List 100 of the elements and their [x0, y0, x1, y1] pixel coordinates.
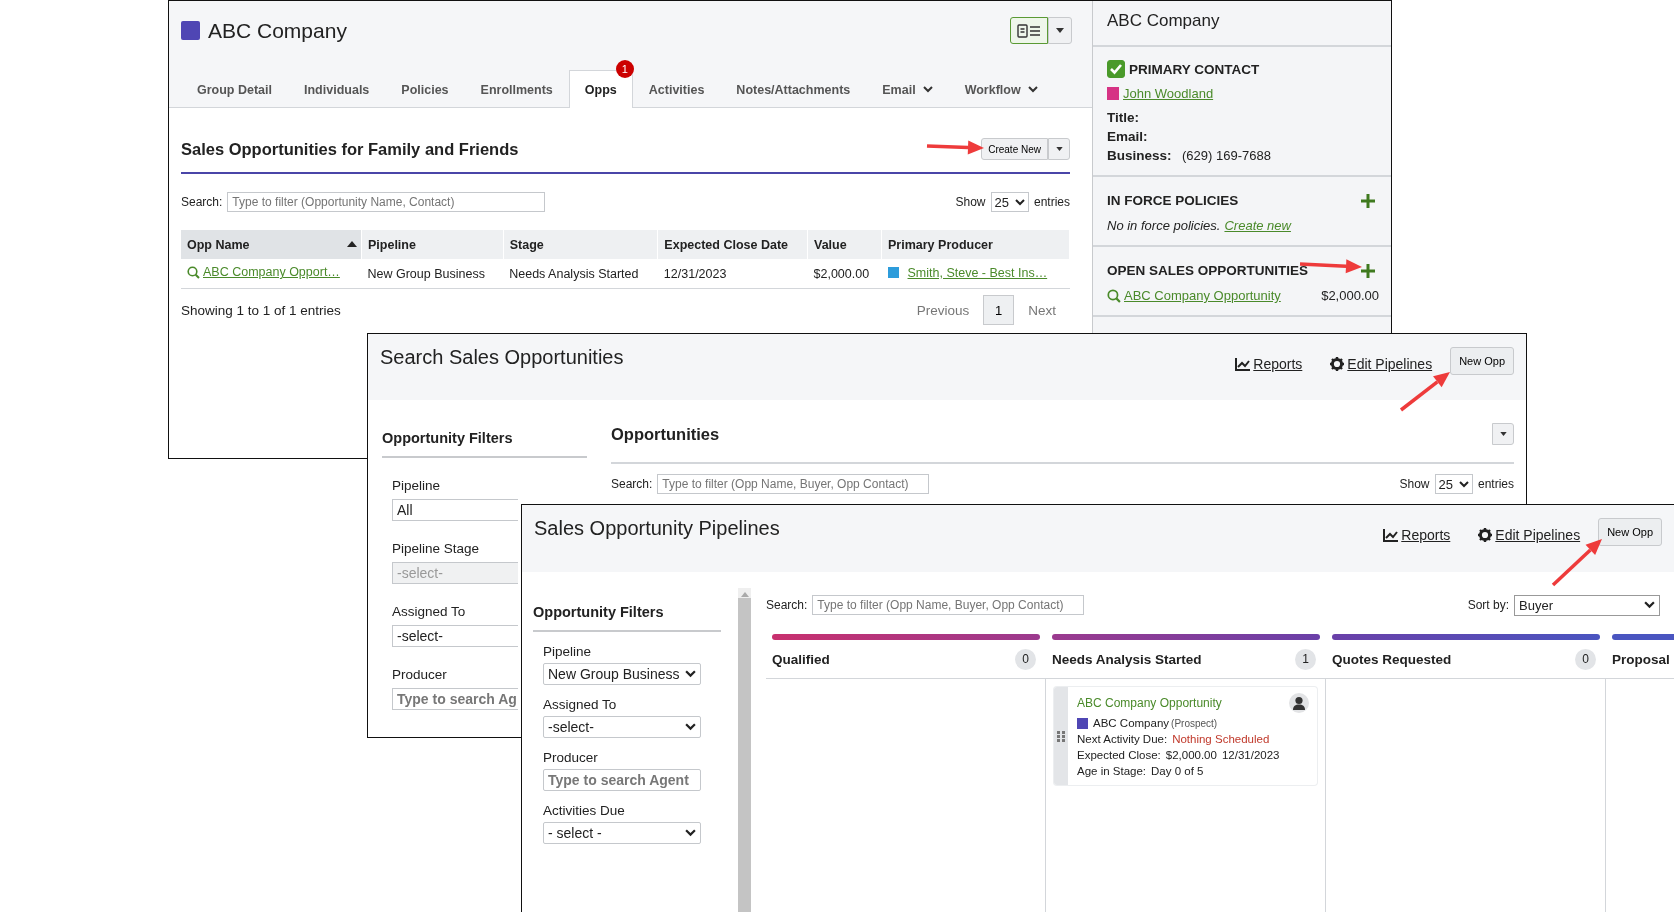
section-heading: PRIMARY CONTACT [1129, 61, 1260, 77]
contact-link[interactable]: John Woodland [1123, 86, 1214, 101]
show-label: Show [955, 195, 986, 209]
field-value: Day 0 of 5 [1151, 765, 1204, 777]
column-header[interactable]: Pipeline [361, 230, 504, 259]
annotation-arrow [926, 140, 984, 155]
search-field[interactable]: Type to filter (Opp Name, Buyer, Opp Contact) [812, 595, 1085, 615]
producer-link[interactable]: Smith, Steve - Best Ins… [907, 265, 1048, 280]
empty-message: No in force policies. [1107, 218, 1221, 233]
next-page-link[interactable]: Next [1014, 302, 1070, 318]
filter-label: Producer [392, 667, 447, 682]
export-button[interactable] [1010, 17, 1048, 44]
chevron-down-icon [922, 86, 933, 93]
filter-label: Pipeline Stage [392, 541, 480, 556]
line-chart-icon [1235, 357, 1251, 371]
tab[interactable]: Policies [385, 70, 465, 108]
create-new-link[interactable]: Create new [1224, 218, 1291, 233]
edit-pipelines-link[interactable]: Edit Pipelines [1478, 527, 1581, 543]
entries-label: entries [1033, 195, 1070, 209]
tab[interactable]: Individuals [288, 70, 386, 108]
new-opp-button[interactable]: New Opp [1598, 518, 1662, 546]
column-header[interactable]: Stage [503, 230, 658, 259]
entries-summary: Showing 1 to 1 of 1 entries [181, 302, 341, 318]
tab[interactable]: Email [866, 70, 949, 108]
section-heading: IN FORCE POLICIES [1107, 193, 1239, 208]
column-header[interactable]: Value [807, 230, 882, 259]
producer-field[interactable]: Type to search Ag [392, 688, 518, 710]
tab[interactable]: Enrollments [464, 70, 569, 108]
user-avatar-icon [1289, 693, 1309, 713]
filter-select[interactable]: -select- [543, 716, 701, 738]
opportunity-link[interactable]: ABC Company Opport… [203, 265, 340, 280]
sort-arrow-icon [347, 241, 357, 247]
table-cell: Needs Analysis Started [503, 259, 658, 289]
field-value: Nothing Scheduled [1172, 733, 1270, 745]
entries-select[interactable]: 25 [1434, 474, 1473, 494]
filter-select[interactable]: - select - [543, 822, 701, 844]
tab[interactable]: Workflow [948, 70, 1054, 108]
producer-field[interactable]: Type to search Agent [543, 769, 701, 791]
notification-badge: 1 [615, 60, 634, 78]
search-field[interactable]: Type to filter (Opportunity Name, Contact) [227, 192, 546, 212]
chevron-down-icon [685, 670, 696, 678]
reports-link[interactable]: Reports [1235, 356, 1303, 372]
filter-select[interactable]: All [392, 499, 518, 521]
filter-select[interactable]: -select- [392, 625, 518, 647]
filter-select[interactable]: New Group Business [543, 663, 701, 685]
create-new-button[interactable]: Create New [981, 138, 1048, 160]
search-label: Search: [181, 195, 223, 209]
filters-heading: Opportunity Filters [533, 572, 721, 632]
previous-page-link[interactable]: Previous [902, 302, 984, 318]
search-label: Search: [766, 598, 808, 612]
field-value: (629) 169-7688 [1182, 147, 1271, 165]
magnifier-icon [187, 265, 200, 279]
stage-name: Proposal [1612, 651, 1670, 667]
company-status: (Prospect) [1171, 717, 1218, 729]
chevron-down-icon [685, 723, 696, 731]
search-field[interactable]: Type to filter (Opp Name, Buyer, Opp Contact) [657, 474, 930, 494]
table-cell: 12/31/2023 [657, 259, 808, 289]
tab[interactable]: Activities [632, 70, 721, 108]
chevron-down-icon [685, 829, 696, 837]
chevron-down-icon [1644, 601, 1655, 609]
add-icon[interactable] [1361, 193, 1375, 208]
page-title: ABC Company [208, 18, 347, 43]
caret-icon [1055, 147, 1063, 151]
options-menu-button[interactable] [1492, 423, 1514, 445]
field-value: $2,000.00 [1165, 749, 1217, 761]
opportunity-link[interactable]: ABC Company Opportunity [1124, 288, 1281, 303]
company-name: ABC Company [1093, 717, 1170, 729]
new-opp-button[interactable]: New Opp [1450, 347, 1514, 375]
settings-icon [1330, 357, 1345, 371]
tab[interactable]: Group Detail [181, 70, 288, 108]
edit-pipelines-link[interactable]: Edit Pipelines [1330, 356, 1433, 372]
reports-link[interactable]: Reports [1383, 527, 1451, 543]
filters-heading: Opportunity Filters [382, 400, 587, 458]
column-header[interactable]: Expected Close Date [657, 230, 808, 259]
opportunity-link[interactable]: ABC Company Opportunity [1077, 696, 1222, 710]
create-menu-button[interactable] [1048, 138, 1070, 160]
column-header[interactable]: Opp Name [181, 230, 362, 259]
stage-name: Needs Analysis Started [1052, 651, 1202, 667]
company-icon [181, 21, 200, 40]
chevron-down-icon [1027, 86, 1038, 93]
sort-label: Sort by: [1467, 598, 1509, 612]
opportunity-card[interactable]: ABC Company Opportunity ABC Company (Prospect) Next Activity Due: Nothing Scheduled Expected Close: $2,000.00 12/31/2023 Age in Stage: Day 0 of 5 [1054, 687, 1317, 785]
drag-handle-icon[interactable] [1057, 730, 1065, 742]
count-badge: 1 [1295, 648, 1316, 670]
section-title: Sales Opportunities for Family and Friends [181, 139, 519, 159]
export-menu-button[interactable] [1048, 17, 1072, 44]
filter-label: Producer [543, 750, 598, 765]
field-label: Age in Stage: [1077, 765, 1147, 777]
filter-label: Assigned To [543, 697, 617, 712]
count-badge: 0 [1575, 648, 1596, 670]
add-icon[interactable] [1361, 263, 1375, 278]
page-title: Sales Opportunity Pipelines [534, 517, 780, 540]
page-title: Search Sales Opportunities [380, 346, 624, 369]
column-header[interactable]: Primary Producer [881, 230, 1070, 259]
sort-select[interactable]: Buyer [1514, 594, 1660, 616]
scrollbar[interactable] [738, 588, 751, 912]
page-button[interactable]: 1 [983, 295, 1015, 325]
entries-select[interactable]: 25 [990, 192, 1029, 212]
field-label: Title: [1107, 109, 1140, 127]
tab[interactable]: Notes/Attachments [720, 70, 867, 108]
